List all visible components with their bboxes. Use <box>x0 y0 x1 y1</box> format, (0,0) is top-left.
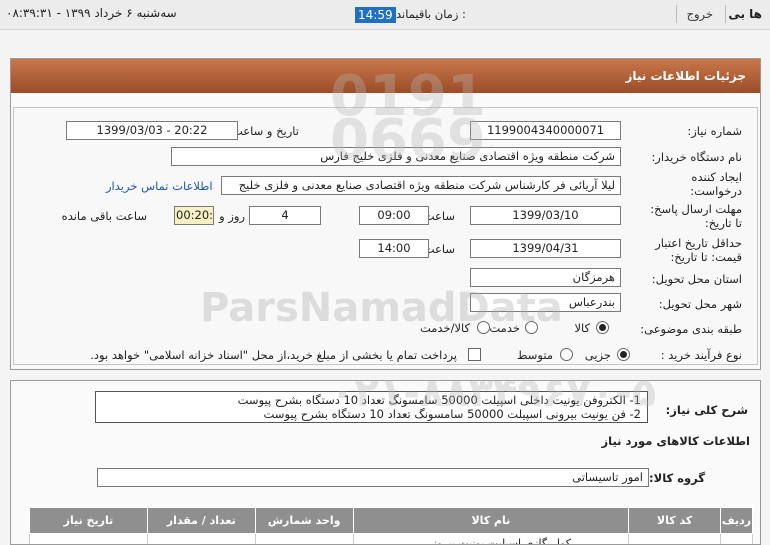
remaining-time-field: 00:20:28 <box>174 206 214 225</box>
top-bar: ها بی خروج زمان باقیمانده : 14:59 سه‌شنب… <box>0 0 770 30</box>
creator-label-2: درخواست: <box>690 184 742 198</box>
city-label: شهر محل تحویل: <box>658 297 742 311</box>
description-line-1: 1- الکتروفن یونیت داخلی اسپیلت 50000 سام… <box>237 393 641 407</box>
validity-label-2: قیمت: تا تاریخ: <box>670 250 742 264</box>
need-number-field: 1199004340000071 <box>470 121 621 140</box>
goods-group-field: امور تاسیساتی <box>97 468 649 487</box>
buyer-label: نام دستگاه خریدار: <box>651 150 742 164</box>
session-timer: 14:59 <box>355 7 396 23</box>
city-field: بندرعباس <box>470 293 621 312</box>
table-cell <box>254 533 354 544</box>
table-cell <box>720 533 753 544</box>
logout-link[interactable]: خروج <box>687 7 713 21</box>
treasury-payment-checkbox[interactable] <box>468 348 481 361</box>
column-header-unit: واحد شمارش <box>254 507 354 534</box>
column-header-name: نام کالا <box>352 507 630 534</box>
process-radio-medium[interactable] <box>560 348 573 361</box>
column-header-row: ردیف <box>720 507 753 534</box>
deadline-time-field: 09:00 <box>359 206 429 225</box>
validity-date-field: 1399/04/31 <box>470 239 621 258</box>
column-header-code: کد کالا <box>628 507 722 534</box>
deadline-label-2: تا تاریخ: <box>704 216 742 230</box>
days-remaining-field: 4 <box>249 206 321 225</box>
category-radio-goods-service[interactable] <box>477 321 490 334</box>
validity-time-field: 14:00 <box>359 239 429 258</box>
deadline-date-field: 1399/03/10 <box>470 206 621 225</box>
process-option-medium: متوسط <box>516 348 553 362</box>
table-cell <box>628 533 722 544</box>
table-cell <box>29 533 148 544</box>
category-radio-service[interactable] <box>525 321 538 334</box>
description-field: 1- الکتروفن یونیت داخلی اسپیلت 50000 سام… <box>95 391 648 423</box>
category-option-service: خدمت <box>489 321 520 335</box>
days-label: روز و <box>219 209 245 223</box>
buyer-contact-link[interactable]: اطلاعات تماس خریدار <box>106 179 213 193</box>
brand-name: ها بی <box>728 7 762 21</box>
category-label: طبقه بندی موضوعی: <box>640 322 742 336</box>
current-datetime: سه‌شنبه ۶ خرداد ۱۳۹۹ - ۰۸:۳۹:۳۱ <box>6 6 177 20</box>
category-option-goods-service: کالا/خدمت <box>419 321 470 335</box>
province-field: هرمزگان <box>470 268 621 287</box>
table-cell <box>146 533 256 544</box>
table-row: کولر گازی اسپلیت یونیت بیرونی ... <box>29 533 753 544</box>
goods-group-label: گروه کالا: <box>649 471 705 485</box>
remaining-time-label: زمان باقیمانده : <box>390 7 466 21</box>
remaining-time-text: ساعت باقی مانده <box>61 209 147 223</box>
goods-table: ردیف کد کالا نام کالا واحد شمارش تعداد /… <box>29 507 753 544</box>
table-cell-name: کولر گازی اسپلیت یونیت بیرونی ... <box>352 533 630 544</box>
form-area: شماره نیاز: 1199004340000071 تاریخ و ساع… <box>13 107 758 365</box>
goods-section-title: اطلاعات کالاهای مورد نیاز <box>601 434 750 448</box>
description-line-2: 2- فن یونیت بیرونی اسپیلت 50000 سامسونگ … <box>263 407 641 421</box>
creator-field: لیلا آریائی فر کارشناس شرکت منطقه ویژه ا… <box>221 176 621 195</box>
process-label: نوع فرآیند خرید : <box>660 348 742 362</box>
column-header-quantity: تعداد / مقدار <box>146 507 256 534</box>
validity-label: حداقل تاریخ اعتبار <box>655 236 742 250</box>
deadline-label: مهلت ارسال پاسخ: <box>650 202 742 216</box>
announce-date-field: 1399/03/03 - 20:22 <box>66 121 238 140</box>
category-radio-goods[interactable] <box>596 321 609 334</box>
divider <box>725 5 726 23</box>
process-option-minor: جزیی <box>584 348 611 362</box>
details-panel: جزئیات اطلاعات نیاز شماره نیاز: 11990043… <box>10 58 761 370</box>
need-number-label: شماره نیاز: <box>687 124 742 138</box>
column-header-date: تاریخ نیاز <box>29 507 148 534</box>
province-label: استان محل تحویل: <box>651 272 742 286</box>
description-panel: شرح کلی نیاز: 1- الکتروفن یونیت داخلی اس… <box>10 380 761 545</box>
treasury-payment-note: پرداخت تمام یا بخشی از مبلغ خرید،از محل … <box>90 348 457 362</box>
process-radio-minor[interactable] <box>617 348 630 361</box>
category-option-goods: کالا <box>574 321 590 335</box>
page-title: جزئیات اطلاعات نیاز <box>11 59 760 93</box>
description-label: شرح کلی نیاز: <box>665 403 748 417</box>
buyer-field: شرکت منطقه ویژه اقتصادی صنایع معدنی و فل… <box>171 147 621 166</box>
divider <box>676 5 677 23</box>
creator-label: ایجاد کننده <box>691 170 742 184</box>
